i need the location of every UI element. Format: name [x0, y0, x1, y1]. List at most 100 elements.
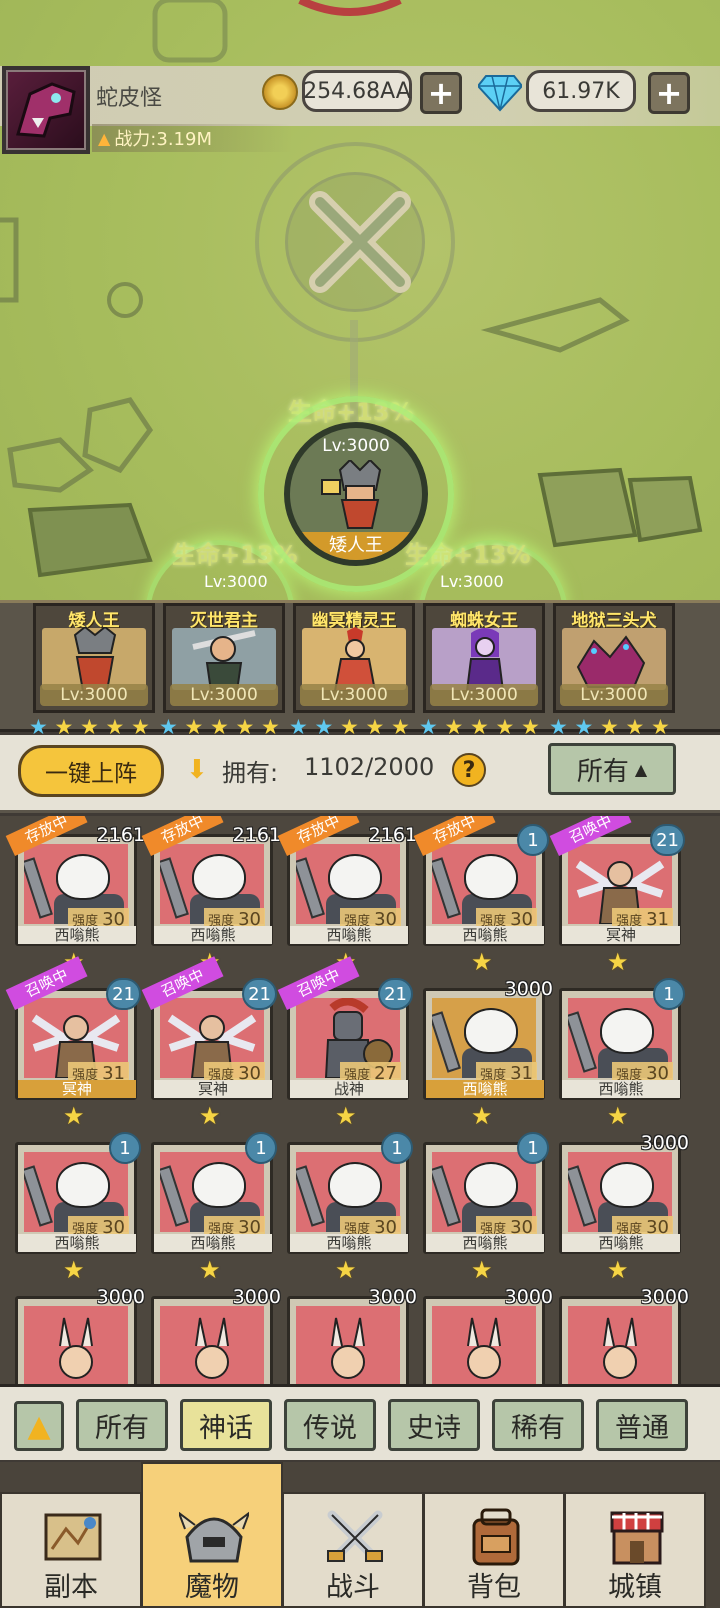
crossed-swords-icon — [320, 1504, 390, 1570]
monster-card[interactable]: 强度 30 西嗡熊 1 — [423, 1130, 549, 1254]
main-hero-name: 矮人王 — [290, 532, 422, 560]
monster-card[interactable]: 强度 30 西嗡熊 2161 存放中 — [141, 816, 281, 946]
monster-card[interactable]: 强度 30 西嗡熊 2161 存放中 — [5, 816, 145, 946]
bunny-portrait-icon — [568, 1306, 672, 1384]
team-slot-3[interactable]: 幽冥精灵王 Lv:3000 — [293, 603, 415, 713]
gold-star-icon: ★ — [261, 715, 280, 739]
gold-star-icon: ★ — [607, 1256, 629, 1284]
combat-power: ▲ 战力:3.19M — [92, 124, 292, 152]
bunny-portrait-icon — [296, 1306, 400, 1384]
filter-dropdown[interactable]: 所有 ▲ — [548, 743, 676, 795]
team-slot-1[interactable]: 矮人王 Lv:3000 — [33, 603, 155, 713]
combat-power-value: 战力:3.19M — [114, 129, 212, 150]
team-stars: ★ ★ ★ ★ ★ ★ ★ ★ ★ ★ ★ ★ ★ ★ ★ ★ ★ ★ ★ ★ ★ ★ ★ ★ ★ — [0, 715, 720, 739]
blue-star-icon: ★ — [289, 715, 308, 739]
ghost-level-right: Lv:3000 — [440, 572, 504, 591]
monster-card[interactable]: 强度 30 西嗡熊 1 — [151, 1130, 277, 1254]
gold-star-icon: ★ — [625, 715, 645, 739]
helmet-icon — [179, 1504, 249, 1570]
monster-name: 西嗡熊 — [562, 1234, 680, 1252]
tab-rare[interactable]: 稀有 — [492, 1399, 584, 1451]
count-bubble: 21 — [650, 824, 685, 856]
monster-card[interactable]: 强度 27 战神 21 召唤中 — [277, 956, 413, 1100]
gold-star-icon: ★ — [80, 715, 99, 739]
tab-common[interactable]: 普通 — [596, 1399, 688, 1451]
auto-deploy-button[interactable]: 一键上阵 — [18, 745, 164, 797]
gold-star-icon: ★ — [54, 715, 74, 739]
monster-name: 西嗡熊 — [426, 1234, 544, 1252]
blue-star-icon: ★ — [159, 715, 178, 739]
monster-card[interactable]: 强度 30 西嗡熊 2161 存放中 — [277, 816, 417, 946]
bunny-portrait-icon — [432, 1306, 536, 1384]
monster-card[interactable]: 强度 30 冥神 21 召唤中 — [141, 956, 277, 1100]
team-slot-5[interactable]: 地狱三头犬 Lv:3000 — [553, 603, 675, 713]
monster-card[interactable]: 强度 30 西嗡熊 1 — [287, 1130, 413, 1254]
monster-name: 冥神 — [154, 1080, 272, 1098]
nav-backpack[interactable]: 背包 — [423, 1492, 565, 1608]
nav-dungeon[interactable]: 副本 — [0, 1492, 142, 1608]
count-label: 3000 — [504, 978, 553, 1000]
monster-card[interactable]: 强度 30 西嗡熊 1 存放中 — [413, 816, 549, 946]
count-bubble: 21 — [106, 978, 141, 1010]
team-slot-2[interactable]: 灭世君主 Lv:3000 — [163, 603, 285, 713]
count-label: 2161 — [96, 824, 145, 846]
add-gold-button[interactable]: + — [420, 72, 462, 114]
monster-card[interactable]: 3000 — [15, 1284, 145, 1384]
gold-coin-icon — [262, 74, 298, 110]
bottom-nav: 副本 魔物 战斗 背包 城镇 — [0, 1462, 720, 1608]
count-bubble: 1 — [245, 1132, 277, 1164]
gold-star-icon: ★ — [335, 1102, 357, 1130]
monster-card[interactable]: 强度 31 冥神 21 召唤中 — [549, 816, 685, 946]
add-gems-button[interactable]: + — [648, 72, 690, 114]
monster-card[interactable]: 3000 — [151, 1284, 281, 1384]
monster-name: 西嗡熊 — [154, 1234, 272, 1252]
blue-star-icon: ★ — [574, 715, 594, 739]
crossed-swords-emblem-icon[interactable] — [300, 182, 420, 302]
gold-star-icon: ★ — [607, 1102, 629, 1130]
main-hero-level: Lv:3000 — [322, 436, 390, 456]
rarity-tabs: ▲ 所有 神话 传说 史诗 稀有 普通 — [0, 1384, 720, 1460]
count-label: 3000 — [368, 1286, 417, 1308]
nav-monsters[interactable]: 魔物 — [141, 1462, 283, 1608]
count-label: 3000 — [640, 1286, 689, 1308]
gold-star-icon: ★ — [607, 948, 629, 976]
monster-card[interactable]: 3000 — [423, 1284, 553, 1384]
monster-name: 西嗡熊 — [426, 1080, 544, 1098]
count-label: 2161 — [232, 824, 281, 846]
nav-battle[interactable]: 战斗 — [282, 1492, 424, 1608]
collapse-up-icon[interactable]: ▲ — [14, 1401, 64, 1451]
team-slot-4[interactable]: 蜘蛛女王 Lv:3000 — [423, 603, 545, 713]
monster-name: 冥神 — [18, 1080, 136, 1098]
monster-card[interactable]: 3000 — [287, 1284, 417, 1384]
monster-card[interactable]: 强度 30 西嗡熊 1 — [559, 976, 685, 1100]
gold-star-icon: ★ — [471, 948, 493, 976]
count-label: 3000 — [96, 1286, 145, 1308]
tab-all[interactable]: 所有 — [76, 1399, 168, 1451]
team-strip: 矮人王 Lv:3000 灭世君主 Lv:3000 幽冥精灵王 Lv:3000 蜘… — [0, 600, 720, 738]
monster-name: 战神 — [290, 1080, 408, 1098]
player-avatar[interactable] — [2, 66, 90, 154]
bunny-portrait-icon — [160, 1306, 264, 1384]
monster-card[interactable]: 强度 30 西嗡熊 1 — [15, 1130, 141, 1254]
tab-legendary[interactable]: 传说 — [284, 1399, 376, 1451]
nav-town[interactable]: 城镇 — [564, 1492, 706, 1608]
tab-epic[interactable]: 史诗 — [388, 1399, 480, 1451]
tab-mythic[interactable]: 神话 — [180, 1399, 272, 1451]
monster-card[interactable]: 3000 — [559, 1284, 689, 1384]
gold-star-icon: ★ — [365, 715, 385, 739]
monster-card[interactable]: 强度 31 西嗡熊 3000 — [423, 976, 553, 1100]
triangle-up-icon: ▲ — [634, 759, 648, 779]
count-label: 3000 — [232, 1286, 281, 1308]
monster-card[interactable]: 强度 31 冥神 21 召唤中 — [5, 956, 141, 1100]
monster-card[interactable]: 强度 30 西嗡熊 3000 — [559, 1130, 689, 1254]
monster-name: 西嗡熊 — [426, 926, 544, 944]
gold-star-icon: ★ — [600, 715, 619, 739]
filter-label: 所有 — [576, 756, 629, 787]
warlord-portrait-icon — [172, 628, 276, 691]
dragon-avatar-icon — [16, 82, 76, 138]
main-hero[interactable]: Lv:3000 矮人王 — [284, 422, 428, 566]
team-slot-level: Lv:3000 — [170, 684, 278, 706]
gold-star-icon: ★ — [210, 715, 229, 739]
player-name: 蛇皮怪 — [96, 86, 163, 111]
help-button[interactable]: ? — [452, 753, 486, 787]
